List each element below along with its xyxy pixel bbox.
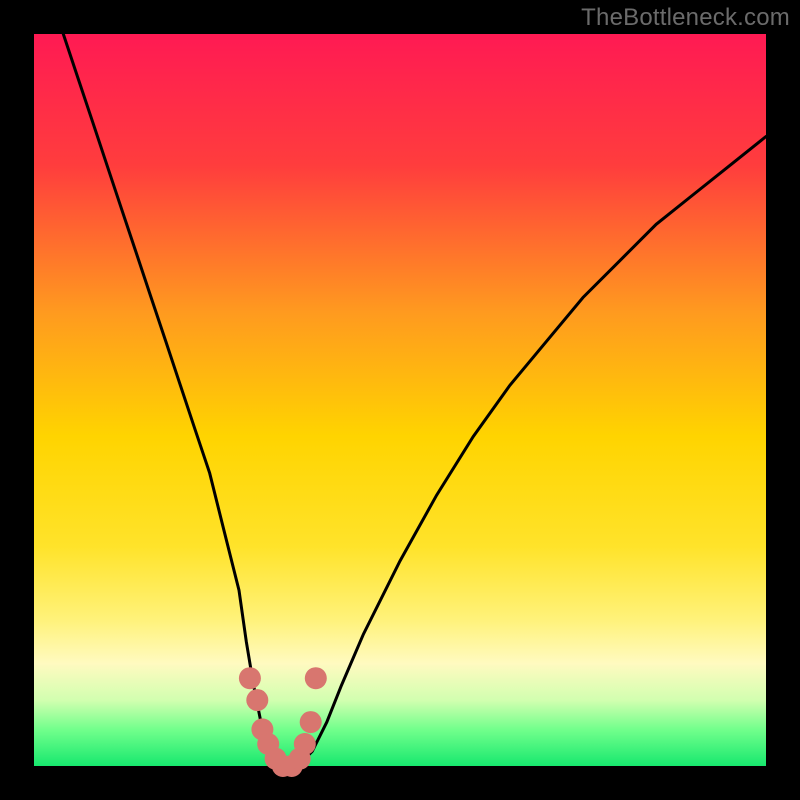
highlight-point [300,711,322,733]
plot-background [34,34,766,766]
highlight-point [305,667,327,689]
watermark-text: TheBottleneck.com [581,4,790,32]
highlight-point [294,733,316,755]
highlight-point [239,667,261,689]
highlight-point [246,689,268,711]
bottleneck-chart [0,0,800,800]
outer-frame: TheBottleneck.com [0,0,800,800]
